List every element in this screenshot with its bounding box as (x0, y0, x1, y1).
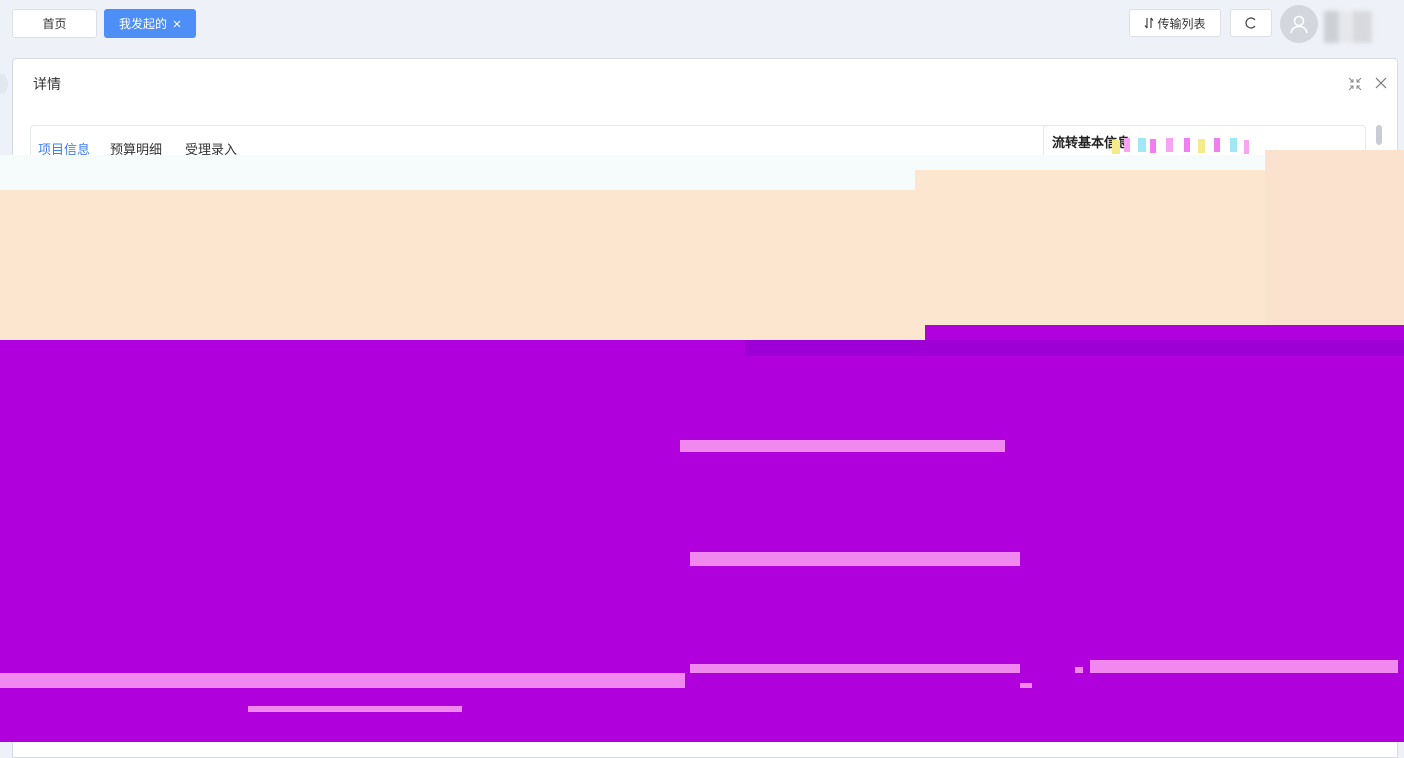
corrupt-text (330, 408, 470, 422)
corrupt-text (700, 505, 880, 520)
corrupt-text (10, 455, 150, 471)
corrupt-text (10, 270, 50, 282)
corrupt-text (700, 640, 805, 655)
glitch-block (1214, 138, 1220, 152)
nav-tab-my-initiated[interactable]: 我发起的 (104, 9, 196, 38)
corrupt-text (10, 365, 140, 377)
corrupt-stripe (248, 706, 462, 712)
corrupt-text (1085, 440, 1165, 458)
corrupt-text (1320, 305, 1375, 317)
glitch-block (1138, 138, 1146, 152)
corrupt-text (235, 222, 330, 234)
corrupt-text (555, 315, 645, 327)
glitch-block (1112, 140, 1120, 154)
glitch-block (1198, 139, 1205, 153)
glitch-block (1166, 138, 1173, 152)
panel-edge-handle (0, 74, 8, 94)
transfer-icon (1145, 17, 1154, 29)
nav-tab-label: 首页 (42, 17, 67, 31)
corrupt-text (700, 525, 755, 540)
close-icon[interactable] (1375, 77, 1387, 89)
corrupt-text (240, 315, 320, 327)
username-blurred[interactable] (1324, 11, 1372, 43)
corrupt-text (330, 365, 440, 377)
corrupt-text (920, 225, 980, 237)
corrupt-stripe (1090, 660, 1398, 673)
corrupt-text (700, 592, 785, 617)
refresh-button[interactable] (1230, 9, 1272, 37)
refresh-icon (1245, 17, 1256, 29)
corrupt-stripe (690, 664, 1020, 673)
corrupt-stripe (0, 673, 685, 688)
corrupt-text (920, 205, 1000, 217)
corrupt-text (25, 498, 110, 518)
corrupt-text (28, 222, 68, 234)
corrupt-text (975, 460, 1010, 480)
corrupt-stripe (1020, 683, 1032, 688)
glitch-block (1150, 139, 1156, 153)
corrupt-text (1140, 345, 1280, 355)
corrupt-text (555, 270, 720, 282)
corrupt-text (1100, 487, 1260, 507)
corrupt-text (975, 572, 1010, 592)
corrupt-text (235, 270, 360, 282)
corrupt-text (700, 620, 880, 635)
nav-tab-home[interactable]: 首页 (12, 9, 97, 38)
corrupt-text (700, 480, 790, 495)
corrupt-text (1100, 595, 1160, 607)
corrupt-text (685, 392, 740, 427)
corrupt-text (1105, 545, 1140, 560)
user-icon (1290, 15, 1308, 34)
transfer-list-label: 传输列表 (1157, 16, 1206, 31)
corrupt-text (1310, 258, 1390, 270)
corrupt-text (555, 222, 665, 234)
glitch-block (1244, 140, 1249, 154)
corrupt-text (925, 325, 1105, 339)
compress-icon[interactable] (1348, 77, 1362, 91)
corrupt-text (750, 345, 995, 365)
corrupt-stripe (690, 552, 1020, 566)
corrupt-text (920, 245, 1080, 257)
glitch-block (1184, 138, 1190, 152)
corrupt-text (685, 365, 730, 387)
corrupt-text (1310, 210, 1350, 222)
avatar[interactable] (1280, 5, 1318, 43)
corrupt-text (920, 180, 970, 192)
corrupt-stripe (680, 440, 1005, 452)
corrupt-text (10, 408, 140, 422)
corrupt-text (920, 298, 970, 310)
corrupt-band-peach (0, 190, 1404, 340)
close-icon[interactable] (173, 20, 181, 28)
corrupt-text (1085, 392, 1230, 412)
glitch-block (1124, 138, 1130, 152)
glitch-block (1230, 138, 1237, 152)
corrupt-text (285, 712, 325, 730)
corrupt-stripe (1075, 667, 1083, 673)
corrupt-text (340, 455, 525, 471)
corrupt-text (700, 460, 780, 480)
corrupt-text (700, 572, 730, 584)
corrupt-text (398, 712, 428, 730)
transfer-list-button[interactable]: 传输列表 (1129, 9, 1221, 37)
scrollbar-thumb[interactable] (1376, 125, 1382, 145)
panel-title: 详情 (33, 76, 61, 92)
corrupt-text (1310, 170, 1370, 182)
nav-tab-label: 我发起的 (118, 17, 167, 31)
